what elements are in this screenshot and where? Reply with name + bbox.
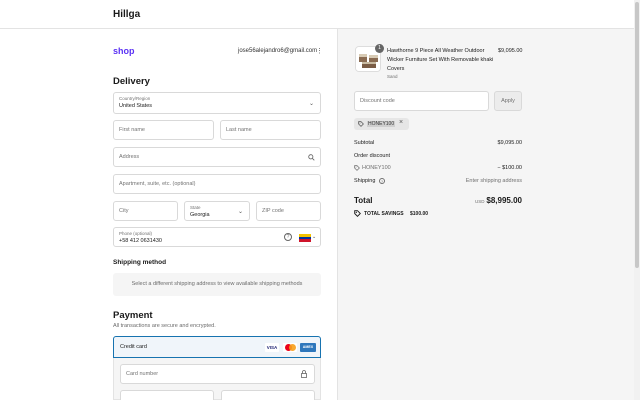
savings-tag-icon <box>354 210 361 217</box>
discount-code-label: HONEY100 <box>362 165 391 171</box>
payment-subtitle: All transactions are secure and encrypte… <box>113 323 216 329</box>
total-value: $8,995.00 <box>486 196 522 205</box>
apply-discount-button[interactable]: Apply <box>494 91 522 111</box>
remove-discount-icon[interactable]: × <box>399 119 403 126</box>
payment-title: Payment <box>113 310 153 321</box>
product-price: $9,095.00 <box>498 48 523 54</box>
tag-icon <box>358 121 364 127</box>
credit-card-label: Credit card <box>120 344 147 350</box>
applied-code: HONEY100 <box>367 121 396 127</box>
shipping-method-title: Shipping method <box>113 259 167 266</box>
search-icon <box>308 154 315 161</box>
phone-label: Phone (optional) <box>119 231 153 236</box>
state-select[interactable]: State Georgia ⌄ <box>184 201 250 221</box>
total-savings-label: TOTAL SAVINGS <box>364 211 404 217</box>
shop-pay-logo: shop <box>113 46 135 56</box>
lock-icon <box>301 370 307 378</box>
scrollbar-thumb[interactable] <box>635 2 639 268</box>
more-options-icon[interactable]: ⋮ <box>316 47 323 55</box>
apartment-placeholder: Apartment, suite, etc. (optional) <box>119 181 196 187</box>
state-label: State <box>190 205 201 210</box>
address-field[interactable]: Address <box>113 147 321 167</box>
zip-field[interactable]: ZIP code <box>256 201 321 221</box>
expiration-date-field[interactable] <box>120 390 214 400</box>
shipping-info-icon[interactable]: ? <box>379 178 385 184</box>
amex-icon: AMEX <box>300 343 316 352</box>
first-name-field[interactable]: First name <box>113 120 214 140</box>
total-savings-value: $100.00 <box>410 211 429 217</box>
page-scrollbar[interactable] <box>634 0 640 400</box>
phone-field[interactable]: Phone (optional) +58 412 0631430 ? ⌄ <box>113 227 321 247</box>
shipping-value: Enter shipping address <box>465 178 522 184</box>
discount-code-field[interactable]: Discount code <box>354 91 489 111</box>
product-name: Hawthorne 9 Piece All Weather Outdoor Wi… <box>387 48 494 72</box>
total-label: Total <box>354 196 373 205</box>
security-code-field[interactable] <box>221 390 315 400</box>
subtotal-value: $9,095.00 <box>497 140 522 146</box>
order-summary-panel: 1 Hawthorne 9 Piece All Weather Outdoor … <box>337 29 634 400</box>
checkout-form-panel: shop jose56alejandro6@gmail.com ⋮ Delive… <box>0 29 337 400</box>
apartment-field[interactable]: Apartment, suite, etc. (optional) <box>113 174 321 194</box>
address-placeholder: Address <box>119 154 140 160</box>
phone-value: +58 412 0631430 <box>119 238 162 244</box>
venezuela-flag-icon[interactable] <box>299 234 311 242</box>
country-value: United States <box>119 103 153 109</box>
card-number-field[interactable]: Card number <box>120 364 315 384</box>
last-name-placeholder: Last name <box>226 127 252 133</box>
country-select[interactable]: Country/Region United States ⌄ <box>113 92 321 114</box>
city-field[interactable]: City <box>113 201 178 221</box>
country-label: Country/Region <box>119 96 151 101</box>
checkout-header: Hillga <box>0 0 634 29</box>
product-variant: Sand <box>387 74 398 79</box>
account-email: jose56alejandro6@gmail.com <box>238 48 318 54</box>
visa-icon: VISA <box>265 343 279 352</box>
credit-card-option[interactable]: Credit card VISA AMEX <box>113 336 321 358</box>
help-icon[interactable]: ? <box>284 233 292 241</box>
subtotal-label: Subtotal <box>354 140 375 146</box>
discount-value: − $100.00 <box>497 165 522 171</box>
chevron-down-icon: ⌄ <box>308 101 314 107</box>
order-discount-label: Order discount <box>354 153 391 159</box>
quantity-badge: 1 <box>375 44 384 53</box>
card-number-placeholder: Card number <box>126 371 159 377</box>
shipping-method-notice: Select a different shipping address to v… <box>113 273 321 296</box>
city-placeholder: City <box>119 208 129 214</box>
discount-code-placeholder: Discount code <box>360 98 395 104</box>
first-name-placeholder: First name <box>119 127 145 133</box>
chevron-down-icon: ⌄ <box>237 209 243 215</box>
credit-card-form: Card number <box>113 358 321 400</box>
shipping-method-message: Select a different shipping address to v… <box>131 281 303 287</box>
delivery-title: Delivery <box>113 76 150 87</box>
state-value: Georgia <box>190 212 210 218</box>
shipping-label: Shipping <box>354 178 376 184</box>
applied-discount-chip: HONEY100 × <box>354 118 409 130</box>
zip-placeholder: ZIP code <box>262 208 284 214</box>
tag-icon <box>354 165 360 171</box>
mastercard-icon <box>283 343 297 352</box>
chevron-down-icon[interactable]: ⌄ <box>312 234 316 240</box>
store-name[interactable]: Hillga <box>113 9 140 20</box>
last-name-field[interactable]: Last name <box>220 120 321 140</box>
